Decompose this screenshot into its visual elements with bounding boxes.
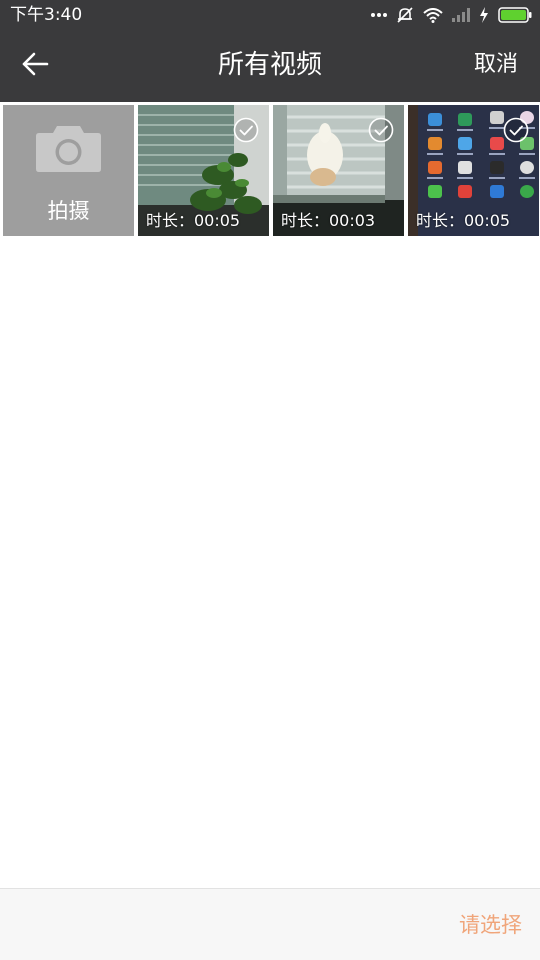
check-circle-icon[interactable] xyxy=(233,117,259,143)
shoot-video-tile[interactable]: 拍摄 xyxy=(3,105,134,236)
video-duration: 时长：00:03 xyxy=(281,211,376,230)
video-thumbnail[interactable]: 时长：00:03 xyxy=(273,105,404,236)
status-bar: 下午3:40 xyxy=(0,0,540,30)
check-circle-icon[interactable] xyxy=(368,117,394,143)
title-bar: 所有视频 取消 xyxy=(0,30,540,102)
page-title: 所有视频 xyxy=(217,50,322,80)
video-grid: 拍摄 时长：00:05 时长：00:03 时长：00:05 xyxy=(0,102,540,236)
status-time: 下午3:40 xyxy=(10,5,83,25)
camera-icon xyxy=(35,123,102,177)
charging-icon xyxy=(479,7,489,23)
battery-icon xyxy=(498,7,532,23)
back-button[interactable] xyxy=(12,44,58,88)
video-thumbnail[interactable]: 时长：00:05 xyxy=(408,105,539,236)
video-duration: 时长：00:05 xyxy=(146,211,241,230)
wifi-icon xyxy=(423,7,443,23)
cancel-button[interactable]: 取消 xyxy=(474,48,518,82)
more-dots-icon xyxy=(371,12,387,18)
alarm-off-icon xyxy=(396,6,414,24)
shoot-label: 拍摄 xyxy=(47,199,90,223)
bottom-bar: 请选择 xyxy=(0,888,540,960)
arrow-left-icon xyxy=(21,52,49,80)
video-thumbnail[interactable]: 时长：00:05 xyxy=(138,105,269,236)
confirm-select-button[interactable]: 请选择 xyxy=(459,911,522,939)
signal-icon xyxy=(452,8,470,22)
status-icons xyxy=(371,5,532,25)
video-duration: 时长：00:05 xyxy=(416,211,511,230)
check-circle-icon[interactable] xyxy=(503,117,529,143)
